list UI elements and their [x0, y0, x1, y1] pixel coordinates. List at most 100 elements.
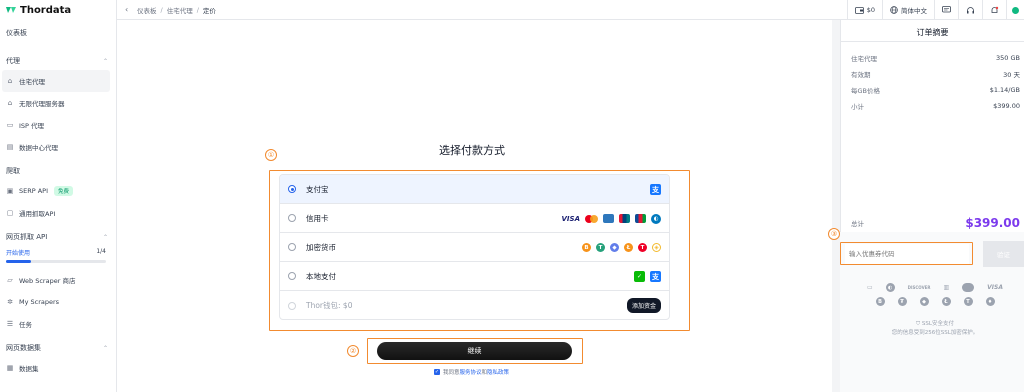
sidebar-item-label: SERP API [19, 187, 49, 195]
support-button[interactable] [958, 0, 982, 20]
sidebar-item-datasets[interactable]: ▦ 数据集 [0, 357, 116, 379]
litecoin-icon: Ł [624, 243, 633, 252]
breadcrumb-separator: / [196, 5, 199, 14]
sidebar-item-label: 数据中心代理 [19, 144, 58, 152]
chevron-up-icon: ⌃ [102, 344, 108, 352]
amex-icon [603, 214, 614, 223]
getting-started[interactable]: 开始使用 1/4 [0, 248, 116, 257]
dataset-icon: ▦ [6, 364, 14, 372]
sidebar-section-web-api[interactable]: 网页抓取 API ⌃ [0, 228, 116, 246]
getting-started-count: 1/4 [96, 248, 106, 255]
sidebar-item-serp-api[interactable]: ▣ SERP API 免费 [0, 180, 116, 202]
sidebar-item-unlimited-proxy[interactable]: ⌂ 无限代理服务器 [0, 92, 116, 114]
payment-method-alipay[interactable]: 支付宝 支 [280, 175, 669, 204]
agree-checkbox[interactable]: ✓ [434, 369, 440, 375]
privacy-link[interactable]: 隐私政策 [487, 368, 509, 376]
total-label: 总计 [851, 220, 864, 228]
alipay-icon: 支 [650, 271, 661, 282]
sidebar-item-label: Web Scraper 商店 [19, 277, 76, 285]
payment-method-thor-wallet[interactable]: Thor钱包: $0 添加资金 [280, 291, 669, 319]
summary-title: 订单摘要 [841, 20, 1024, 42]
sidebar-section-datasets[interactable]: 网页数据集 ⌃ [0, 339, 116, 357]
payment-panel: 选择付款方式 ① 支付宝 支 信用卡 VISA ◐ 加密货币 B T ◆ Ł T… [117, 20, 832, 392]
getting-started-progress [6, 260, 106, 263]
sidebar-item-label: 通用抓取API [19, 210, 56, 218]
sidebar-item-tasks[interactable]: ☰ 任务 [0, 313, 116, 335]
notifications-button[interactable] [982, 0, 1006, 20]
bell-icon [991, 6, 999, 13]
progress-fill [6, 260, 31, 263]
chevron-up-icon: ⌃ [102, 233, 108, 241]
method-icons: VISA ◐ [562, 204, 661, 233]
method-label: 支付宝 [306, 184, 329, 194]
terms-link[interactable]: 服务协议 [460, 368, 482, 376]
app-root: Thordata 仪表板 代理 ⌃ ⌂ 住宅代理 ⌂ 无限代理服务器 ▭ ISP 代理 … [0, 0, 1024, 392]
alipay-icon: 支 [650, 184, 661, 195]
radio-button[interactable] [288, 185, 296, 193]
payment-method-crypto[interactable]: 加密货币 B T ◆ Ł T ◈ [280, 233, 669, 262]
user-avatar[interactable] [1006, 0, 1024, 20]
thordata-logo-icon [5, 4, 17, 16]
getting-started-label: 开始使用 [6, 250, 31, 257]
summary-row-validity: 有效期 30 天 [841, 66, 1024, 82]
method-label: Thor钱包: $0 [306, 301, 353, 310]
radio-button[interactable] [288, 243, 296, 251]
sidebar-item-isp-proxy[interactable]: ▭ ISP 代理 [0, 114, 116, 136]
radio-button[interactable] [288, 301, 296, 310]
row-value: 350 GB [996, 54, 1020, 62]
tasks-icon: ☰ [6, 320, 14, 328]
payment-method-list: 支付宝 支 信用卡 VISA ◐ 加密货币 B T ◆ Ł T ◈ 本地支付 ✓… [279, 174, 670, 320]
add-funds-button[interactable]: 添加资金 [626, 298, 661, 313]
sidebar-item-label: 数据集 [19, 365, 39, 373]
free-badge: 免费 [54, 186, 74, 196]
unionpay-icon [619, 214, 630, 223]
breadcrumb-separator: / [160, 5, 163, 14]
row-value: $399.00 [993, 102, 1020, 110]
sidebar-section-scrape[interactable]: 爬取 [0, 162, 116, 180]
isp-icon: ▭ [6, 121, 14, 129]
coupon-input[interactable] [845, 244, 969, 264]
radio-button[interactable] [288, 272, 296, 280]
sidebar-item-datacenter-proxy[interactable]: ▤ 数据中心代理 [0, 136, 116, 158]
sidebar: Thordata 仪表板 代理 ⌃ ⌂ 住宅代理 ⌂ 无限代理服务器 ▭ ISP 代理 … [0, 0, 117, 392]
verify-coupon-button[interactable]: 验证 [983, 241, 1024, 267]
secure-title: SSL安全支付 [921, 321, 954, 327]
sidebar-item-my-scrapers[interactable]: ✲ My Scrapers [0, 291, 116, 313]
visa-icon: VISA [987, 284, 1003, 291]
breadcrumb-dashboard[interactable]: 仪表板 [137, 5, 157, 15]
summary-row-price-per-gb: 每GB价格 $1.14/GB [841, 82, 1024, 98]
wechat-pay-icon: ✓ [634, 271, 645, 282]
discover-icon: DISCOVER [907, 285, 931, 290]
sidebar-item-label: 无限代理服务器 [19, 100, 65, 108]
sidebar-item-universal-scraper[interactable]: ▢ 通用抓取API [0, 202, 116, 224]
collapse-sidebar-icon[interactable]: ‹ [125, 5, 133, 14]
summary-row-product: 住宅代理 350 GB [841, 50, 1024, 66]
wallet-balance[interactable]: $0 [846, 0, 882, 20]
row-label: 有效期 [851, 71, 871, 79]
payment-method-credit-card[interactable]: 信用卡 VISA ◐ [280, 204, 669, 233]
payment-method-local[interactable]: 本地支付 ✓ 支 [280, 262, 669, 291]
litecoin-icon: Ł [941, 297, 951, 306]
breadcrumb-pricing: 定价 [202, 6, 216, 15]
annotation-marker-1: ① [265, 149, 277, 161]
method-label: 本地支付 [306, 271, 336, 281]
radio-button[interactable] [288, 214, 296, 222]
secure-description: 您的信息受到256位SSL加密保护。 [891, 330, 979, 336]
continue-button[interactable]: 继续 [377, 342, 572, 360]
sidebar-item-dashboard[interactable]: 仪表板 [0, 22, 116, 44]
logo[interactable]: Thordata [0, 0, 116, 20]
page-title: 选择付款方式 [439, 144, 505, 157]
wallet-icon [854, 7, 864, 14]
ethereum-icon: ◆ [919, 297, 929, 306]
language-switcher[interactable]: 简体中文 [882, 0, 934, 20]
sidebar-item-scraper-store[interactable]: ▱ Web Scraper 商店 [0, 269, 116, 291]
messages-button[interactable] [934, 0, 958, 20]
sidebar-section-proxy[interactable]: 代理 ⌃ [0, 52, 116, 70]
breadcrumb-residential[interactable]: 住宅代理 [167, 5, 193, 15]
diners-club-icon: ◐ [651, 213, 661, 224]
summary-total: 总计 $399.00 [851, 216, 1020, 230]
section-label: 网页数据集 [6, 344, 41, 352]
agreement-row: ✓ 我同意 服务协议 和 隐私政策 [434, 368, 509, 376]
sidebar-item-residential-proxy[interactable]: ⌂ 住宅代理 [2, 70, 110, 92]
bitcoin-icon: B [875, 297, 885, 306]
